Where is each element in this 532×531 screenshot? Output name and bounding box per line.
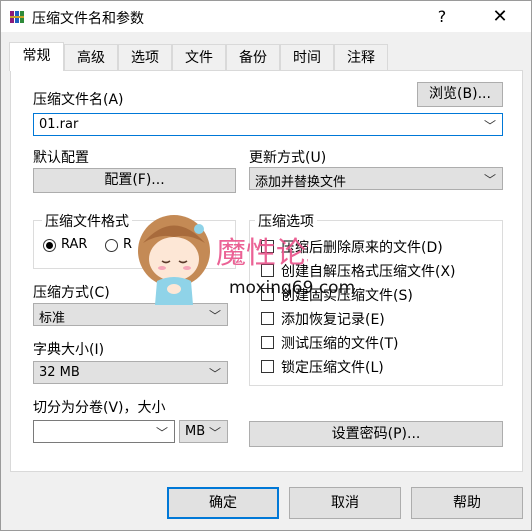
chevron-down-icon[interactable]: ﹀: [484, 117, 496, 134]
tab-strip: 常规 高级 选项 文件 备份 时间 注释: [9, 42, 389, 71]
tab-options[interactable]: 选项: [118, 44, 172, 70]
chevron-down-icon[interactable]: ﹀: [156, 424, 168, 441]
help-icon[interactable]: ?: [419, 1, 465, 32]
window-title: 压缩文件名和参数: [32, 11, 144, 27]
split-unit-select[interactable]: MB ﹀: [179, 420, 228, 443]
lock-archive-checkbox[interactable]: [261, 360, 274, 373]
tab-time[interactable]: 时间: [280, 44, 334, 70]
split-unit-value: MB: [185, 424, 206, 439]
dictionary-size-select[interactable]: 32 MB ﹀: [33, 361, 228, 384]
update-mode-label: 更新方式(U): [249, 150, 327, 166]
recovery-record-checkbox[interactable]: [261, 312, 274, 325]
archive-name-value: 01.rar: [39, 117, 79, 132]
archive-format-title: 压缩文件格式: [42, 211, 132, 231]
chevron-down-icon: ﹀: [208, 309, 221, 323]
ok-button[interactable]: 确定: [167, 487, 279, 519]
chevron-down-icon: ﹀: [483, 173, 496, 187]
compression-method-label: 压缩方式(C): [33, 285, 110, 301]
archive-name-combo[interactable]: 01.rar ﹀: [33, 113, 503, 136]
dictionary-size-label: 字典大小(I): [33, 342, 105, 358]
format-rar-radio[interactable]: [43, 239, 56, 252]
format-rar-label: RAR: [61, 237, 88, 252]
archive-options-title: 压缩选项: [255, 211, 317, 231]
close-icon[interactable]: ✕: [477, 1, 523, 32]
tab-backup[interactable]: 备份: [226, 44, 280, 70]
lock-archive-label: 锁定压缩文件(L): [281, 360, 384, 376]
general-tab-panel: 压缩文件名(A) 浏览(B)... 01.rar ﹀ 默认配置 配置(F)...…: [10, 70, 523, 472]
dictionary-size-value: 32 MB: [39, 365, 80, 380]
update-mode-select[interactable]: 添加并替换文件 ﹀: [249, 167, 503, 190]
tab-general[interactable]: 常规: [9, 42, 64, 71]
anime-girl-watermark-icon: [138, 215, 210, 305]
test-files-label: 测试压缩的文件(T): [281, 336, 399, 352]
archive-name-dialog: 压缩文件名和参数 ? ✕ 常规 高级 选项 文件 备份 时间 注释 压缩文件名(…: [0, 0, 532, 531]
chevron-down-icon: ﹀: [208, 426, 221, 440]
split-volumes-combo[interactable]: ﹀: [33, 420, 175, 443]
archive-name-label: 压缩文件名(A): [33, 92, 124, 108]
recovery-record-label: 添加恢复记录(E): [281, 312, 385, 328]
split-volumes-label: 切分为分卷(V)，大小: [33, 400, 166, 416]
format-rar4-radio[interactable]: [105, 239, 118, 252]
tab-comment[interactable]: 注释: [334, 44, 388, 70]
cancel-button[interactable]: 取消: [289, 487, 401, 519]
tab-advanced[interactable]: 高级: [64, 44, 118, 70]
default-profile-label: 默认配置: [33, 150, 89, 166]
update-mode-value: 添加并替换文件: [255, 175, 347, 190]
watermark-title-text: 魔性论坛: [216, 236, 308, 271]
tab-files[interactable]: 文件: [172, 44, 226, 70]
compression-method-value: 标准: [39, 311, 66, 326]
watermark-title: 魔性论坛: [216, 236, 308, 271]
watermark-url: moxing69.com: [229, 278, 356, 298]
browse-button[interactable]: 浏览(B)...: [417, 82, 503, 107]
title-bar: 压缩文件名和参数 ? ✕: [1, 1, 531, 32]
winrar-books-icon: [10, 11, 24, 23]
test-files-checkbox[interactable]: [261, 336, 274, 349]
profiles-button[interactable]: 配置(F)...: [33, 168, 236, 193]
set-password-button[interactable]: 设置密码(P)...: [249, 421, 503, 447]
help-button[interactable]: 帮助: [411, 487, 523, 519]
chevron-down-icon: ﹀: [208, 367, 221, 381]
